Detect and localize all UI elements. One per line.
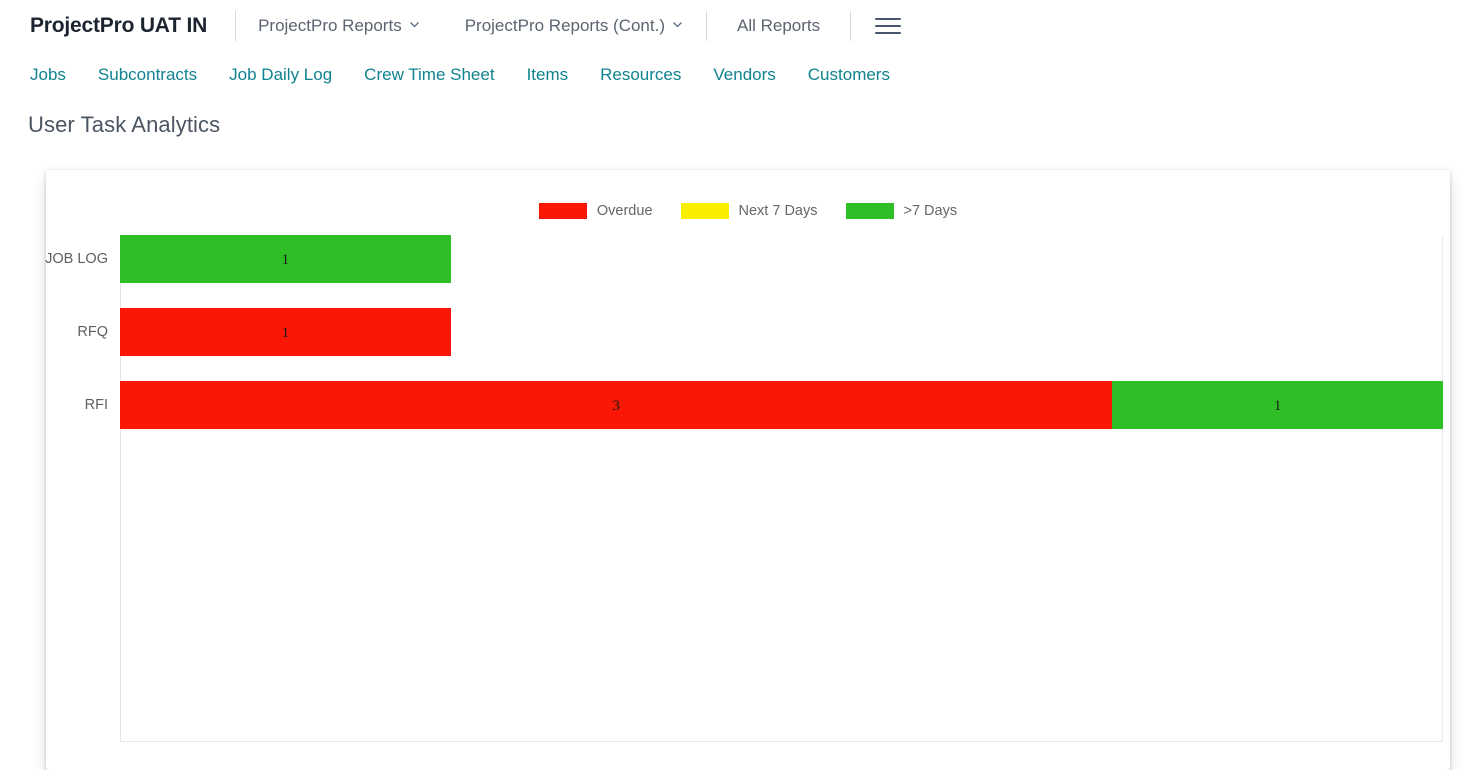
chevron-down-icon xyxy=(671,18,684,31)
bar-segment[interactable]: 3 xyxy=(120,381,1113,429)
chevron-down-icon xyxy=(408,18,421,31)
secondary-nav: Jobs Subcontracts Job Daily Log Crew Tim… xyxy=(0,51,1478,98)
category-label: RFI xyxy=(84,397,108,413)
topnav-item-projectpro-reports-cont[interactable]: ProjectPro Reports (Cont.) xyxy=(443,6,706,46)
topnav-item-all-reports[interactable]: All Reports xyxy=(707,6,850,46)
legend-label-overdue: Overdue xyxy=(596,203,653,219)
hamburger-icon xyxy=(875,17,902,34)
bar-segment[interactable]: 1 xyxy=(120,308,451,356)
chart-card: Overdue Next 7 Days >7 Days JOB LOG 1 RFQ 1… xyxy=(45,170,1450,770)
legend-label-gt-7-days: >7 Days xyxy=(903,203,958,219)
subnav-item-vendors[interactable]: Vendors xyxy=(713,65,775,85)
bar-row: RFQ 1 xyxy=(77,308,1443,356)
app-title: ProjectPro UAT IN xyxy=(30,13,208,37)
legend-entry-overdue[interactable]: Overdue xyxy=(538,203,653,219)
bar-value-label: 1 xyxy=(1273,397,1282,414)
subnav-item-crew-time-sheet[interactable]: Crew Time Sheet xyxy=(364,65,494,85)
app-bar: ProjectPro UAT IN ProjectPro Reports Pro… xyxy=(0,0,1478,51)
bar-row: JOB LOG 1 xyxy=(45,235,1443,283)
bar-segment[interactable]: 1 xyxy=(120,235,451,283)
legend-swatch-gt-7-days xyxy=(845,203,894,219)
page-title: User Task Analytics xyxy=(28,112,221,137)
subnav-item-items[interactable]: Items xyxy=(527,65,569,85)
category-label: RFQ xyxy=(77,324,108,340)
legend-entry-gt-7-days[interactable]: >7 Days xyxy=(845,203,958,219)
chart-legend: Overdue Next 7 Days >7 Days xyxy=(46,203,1450,219)
subnav-item-customers[interactable]: Customers xyxy=(808,65,890,85)
bar-rows: JOB LOG 1 RFQ 1 RFI 3 1 xyxy=(45,235,1443,454)
chart-plot-area: JOB LOG 1 RFQ 1 RFI 3 1 xyxy=(45,235,1443,742)
topnav-label: ProjectPro Reports (Cont.) xyxy=(464,15,665,35)
legend-entry-next-7-days[interactable]: Next 7 Days xyxy=(680,203,818,219)
legend-label-next-7-days: Next 7 Days xyxy=(738,203,818,219)
category-label: JOB LOG xyxy=(45,251,108,267)
bar-value-label: 1 xyxy=(281,251,290,268)
topnav-label: ProjectPro Reports xyxy=(258,15,402,35)
subnav-item-jobs[interactable]: Jobs xyxy=(30,65,66,85)
bar-segment[interactable]: 1 xyxy=(1112,381,1443,429)
subnav-item-subcontracts[interactable]: Subcontracts xyxy=(98,65,197,85)
subnav-item-job-daily-log[interactable]: Job Daily Log xyxy=(229,65,332,85)
topnav-label: All Reports xyxy=(737,15,821,35)
bar-row: RFI 3 1 xyxy=(85,381,1443,429)
hamburger-menu-button[interactable] xyxy=(851,6,925,46)
subnav-item-resources[interactable]: Resources xyxy=(600,65,681,85)
topnav-item-projectpro-reports[interactable]: ProjectPro Reports xyxy=(236,6,443,46)
bar-value-label: 3 xyxy=(612,397,620,414)
bar-value-label: 1 xyxy=(281,324,290,341)
legend-swatch-overdue xyxy=(538,203,587,219)
legend-swatch-next-7-days xyxy=(680,203,729,219)
